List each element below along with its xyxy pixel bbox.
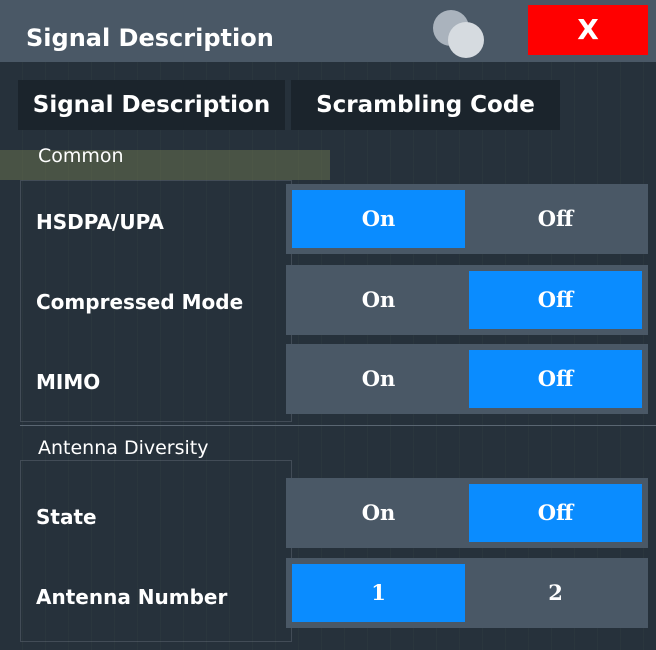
antenna-state-toggle: On Off [286,478,648,548]
dialog-title: Signal Description [26,24,274,52]
hsdpa-upa-on-option[interactable]: On [292,190,465,248]
antenna-number-toggle: 1 2 [286,558,648,628]
signal-description-dialog: Signal Description X Signal Description … [0,0,656,650]
antenna-state-off-option[interactable]: Off [469,484,642,542]
background-panel [20,460,292,642]
close-button[interactable]: X [528,5,648,55]
tab-scrambling-code[interactable]: Scrambling Code [291,80,560,130]
section-common-label: Common [38,145,124,167]
hsdpa-upa-label: HSDPA/UPA [36,210,164,234]
antenna-number-label: Antenna Number [36,585,228,609]
section-antenna-diversity-label: Antenna Diversity [38,437,209,459]
compressed-mode-toggle: On Off [286,265,648,335]
mimo-off-option[interactable]: Off [469,350,642,408]
hsdpa-upa-off-option[interactable]: Off [469,190,642,248]
compressed-mode-off-option[interactable]: Off [469,271,642,329]
tab-signal-description[interactable]: Signal Description [18,80,285,130]
section-divider [20,425,656,426]
title-bar: Signal Description X [0,0,656,62]
antenna-number-2-option[interactable]: 2 [469,564,642,622]
state-label: State [36,505,97,529]
compressed-mode-label: Compressed Mode [36,290,244,314]
hsdpa-upa-toggle: On Off [286,184,648,254]
antenna-number-1-option[interactable]: 1 [292,564,465,622]
compressed-mode-on-option[interactable]: On [292,271,465,329]
mimo-toggle: On Off [286,344,648,414]
mimo-on-option[interactable]: On [292,350,465,408]
antenna-state-on-option[interactable]: On [292,484,465,542]
overlay-circles-icon [430,8,490,58]
mimo-label: MIMO [36,370,101,394]
